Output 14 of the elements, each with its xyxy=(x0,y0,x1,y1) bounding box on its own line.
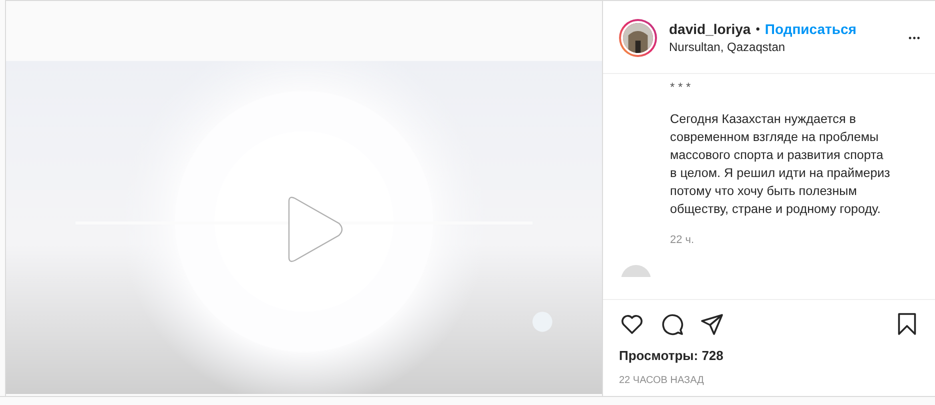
bookmark-icon[interactable] xyxy=(895,312,919,336)
username-link[interactable]: david_loriya xyxy=(669,21,751,37)
share-icon[interactable] xyxy=(700,312,724,336)
comment-icon[interactable] xyxy=(660,312,684,336)
post-date: 22 ЧАСОВ НАЗАД xyxy=(618,374,705,388)
more-button[interactable]: ••• xyxy=(908,32,921,42)
like-icon[interactable] xyxy=(620,312,644,336)
caption-text: Сегодня Казахстан нуждается в современном взгляде на проблемы массового спорта и развития спорта в целом. Я решил идти на праймериз потому что хочу быть полезным обществу, стране и родному городу. xyxy=(670,111,892,218)
view-count: Просмотры: 728 xyxy=(618,347,724,363)
post-time: 22 ч. xyxy=(670,234,696,246)
caption-text: * * * xyxy=(670,80,692,94)
avatar[interactable] xyxy=(619,18,657,56)
separator-dot: • xyxy=(756,22,760,36)
location-link[interactable]: Nursultan, Qazaqstan xyxy=(669,40,909,54)
